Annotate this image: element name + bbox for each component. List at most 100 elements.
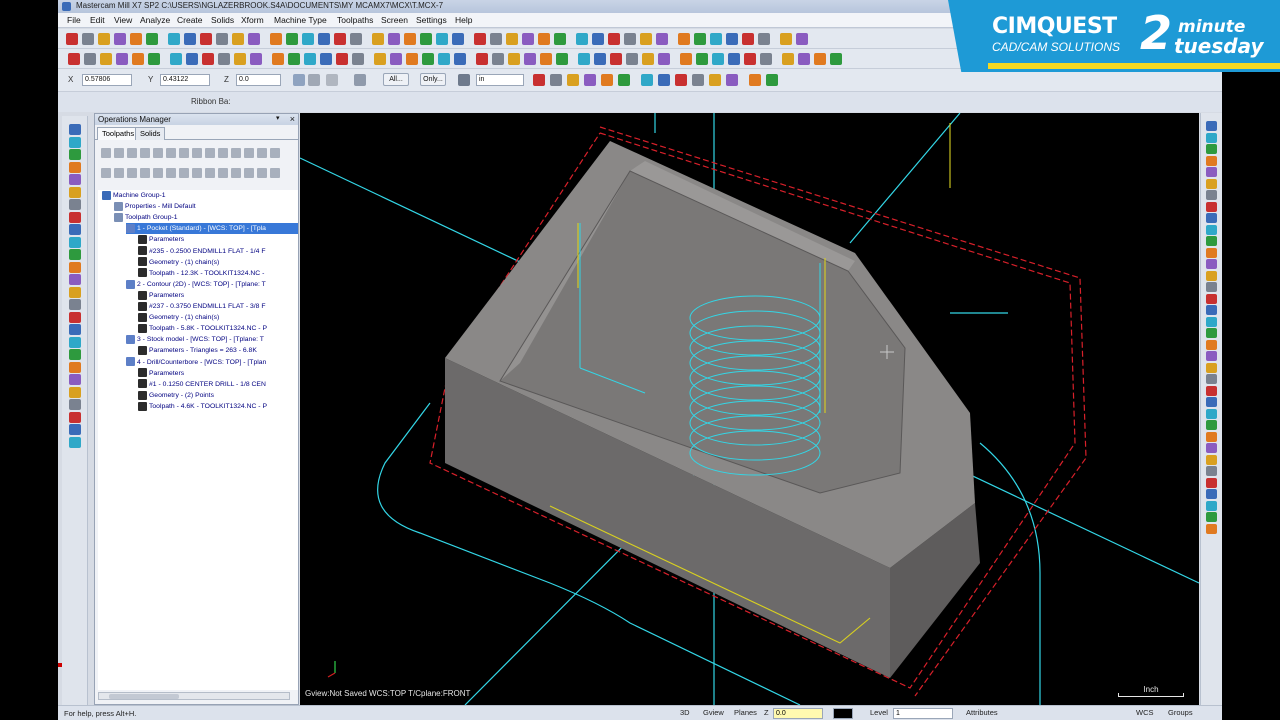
toolbar-icon[interactable] [130, 33, 142, 45]
select-only-button[interactable]: Only... [420, 73, 446, 86]
toolbar-icon[interactable] [796, 33, 808, 45]
toolbar-icon[interactable] [696, 53, 708, 65]
toolbar-icon[interactable] [608, 33, 620, 45]
snap-icon[interactable] [308, 74, 320, 86]
toolbar-icon[interactable] [69, 286, 81, 298]
toolbar-icon[interactable] [1206, 155, 1217, 166]
toolbar-icon[interactable] [1206, 167, 1217, 177]
operations-tool-icon[interactable] [257, 168, 267, 178]
menu-solids[interactable]: Solids [211, 15, 234, 25]
toolbar-icon[interactable] [82, 33, 94, 45]
toolbar-icon[interactable] [1206, 316, 1217, 327]
units-select[interactable]: in [476, 74, 524, 86]
toolbar-icon[interactable] [186, 53, 198, 65]
toolbar-icon[interactable] [641, 74, 653, 86]
toolbar-icon[interactable] [554, 33, 566, 45]
toolbar-icon[interactable] [550, 74, 562, 86]
toolbar-icon[interactable] [200, 33, 212, 45]
fast-point-icon[interactable] [293, 74, 305, 86]
toolbar-icon[interactable] [184, 33, 196, 45]
toolbar-icon[interactable] [69, 211, 81, 223]
toolbar-icon[interactable] [1206, 282, 1217, 292]
toolbar-icon[interactable] [216, 33, 228, 45]
menu-xform[interactable]: Xform [241, 15, 264, 25]
toolbar-icon[interactable] [69, 249, 81, 260]
level-label[interactable]: Level [870, 708, 888, 717]
operations-tool-icon[interactable] [205, 148, 215, 158]
toolbar-icon[interactable] [69, 436, 81, 448]
toolbar-icon[interactable] [749, 74, 761, 86]
toolbar-icon[interactable] [814, 53, 826, 65]
toolbar-icon[interactable] [1206, 247, 1217, 258]
toolbar-icon[interactable] [146, 33, 158, 45]
menu-machine-type[interactable]: Machine Type [274, 15, 327, 25]
color-swatch[interactable] [833, 708, 853, 719]
toolbar-icon[interactable] [782, 53, 794, 65]
toolbar-icon[interactable] [1206, 144, 1217, 154]
tree-leaf[interactable]: Geometry - (1) chain(s) [138, 257, 298, 268]
toolbar-icon[interactable] [438, 53, 450, 65]
toolbar-icon[interactable] [334, 33, 346, 45]
toolbar-icon[interactable] [1206, 259, 1217, 269]
y-coord-input[interactable]: 0.43122 [160, 74, 210, 86]
toolbar-icon[interactable] [454, 53, 466, 65]
planes-button[interactable]: Planes [734, 708, 757, 717]
toolbar-icon[interactable] [658, 53, 670, 65]
toolbar-icon[interactable] [69, 299, 81, 310]
toolbar-icon[interactable] [1206, 190, 1217, 200]
graphics-viewport[interactable]: Gview:Not Saved WCS:TOP T/Cplane:FRONT I… [300, 113, 1199, 705]
toolbar-icon[interactable] [1206, 477, 1217, 488]
operations-tool-icon[interactable] [127, 168, 137, 178]
toolbar-icon[interactable] [1206, 201, 1217, 212]
toolbar-icon[interactable] [576, 33, 588, 45]
z-depth-input[interactable]: 0.0 [773, 708, 823, 719]
tree-leaf[interactable]: Parameters [138, 290, 298, 301]
toolbar-icon[interactable] [610, 53, 622, 65]
toolbar-icon[interactable] [709, 74, 721, 86]
toolbar-icon[interactable] [780, 33, 792, 45]
toolbar-icon[interactable] [436, 33, 448, 45]
toolbar-icon[interactable] [556, 53, 568, 65]
toolbar-icon[interactable] [69, 424, 81, 435]
toolbar-icon[interactable] [69, 161, 81, 173]
toolbar-icon[interactable] [640, 33, 652, 45]
toolbar-icon[interactable] [100, 53, 112, 65]
menu-help[interactable]: Help [455, 15, 472, 25]
toolbar-icon[interactable] [68, 53, 80, 65]
toolbar-icon[interactable] [618, 74, 630, 86]
operations-tool-icon[interactable] [153, 148, 163, 158]
tree-node[interactable]: Toolpath Group-1 [114, 212, 298, 223]
toolbar-icon[interactable] [1206, 512, 1217, 522]
operations-tool-icon[interactable] [231, 148, 241, 158]
select-all-button[interactable]: All... [383, 73, 409, 86]
toolbar-icon[interactable] [302, 33, 314, 45]
tree-node[interactable]: 2 - Contour (2D) - [WCS: TOP] - [Tplane:… [126, 279, 298, 290]
menu-analyze[interactable]: Analyze [140, 15, 170, 25]
toolbar-icon[interactable] [712, 53, 724, 65]
tree-leaf[interactable]: Parameters [138, 368, 298, 379]
toolbar-icon[interactable] [766, 74, 778, 86]
selection-mode-icon[interactable] [458, 74, 470, 86]
toolbar-icon[interactable] [69, 374, 81, 385]
toolbar-icon[interactable] [508, 53, 520, 65]
toolbar-icon[interactable] [742, 33, 754, 45]
operations-tool-icon[interactable] [179, 148, 189, 158]
wcs-button[interactable]: WCS [1136, 708, 1154, 717]
toolbar-icon[interactable] [680, 53, 692, 65]
tree-leaf[interactable]: Geometry - (1) chain(s) [138, 312, 298, 323]
menu-file[interactable]: File [67, 15, 81, 25]
tree-leaf[interactable]: #235 - 0.2500 ENDMILL1 FLAT - 1/4 F [138, 246, 298, 257]
toolbar-icon[interactable] [1206, 408, 1217, 419]
toolbar-icon[interactable] [98, 33, 110, 45]
toolbar-icon[interactable] [710, 33, 722, 45]
toolbar-icon[interactable] [1206, 339, 1217, 350]
toolbar-icon[interactable] [374, 53, 386, 65]
operations-tool-icon[interactable] [179, 168, 189, 178]
toolbar-icon[interactable] [1206, 213, 1217, 223]
toolbar-icon[interactable] [286, 33, 298, 45]
operations-tool-icon[interactable] [166, 168, 176, 178]
tree-node[interactable]: 1 - Pocket (Standard) - [WCS: TOP] - [Tp… [126, 223, 298, 235]
operations-tool-icon[interactable] [218, 168, 228, 178]
toolbar-icon[interactable] [1206, 454, 1217, 465]
toolbar-icon[interactable] [248, 33, 260, 45]
